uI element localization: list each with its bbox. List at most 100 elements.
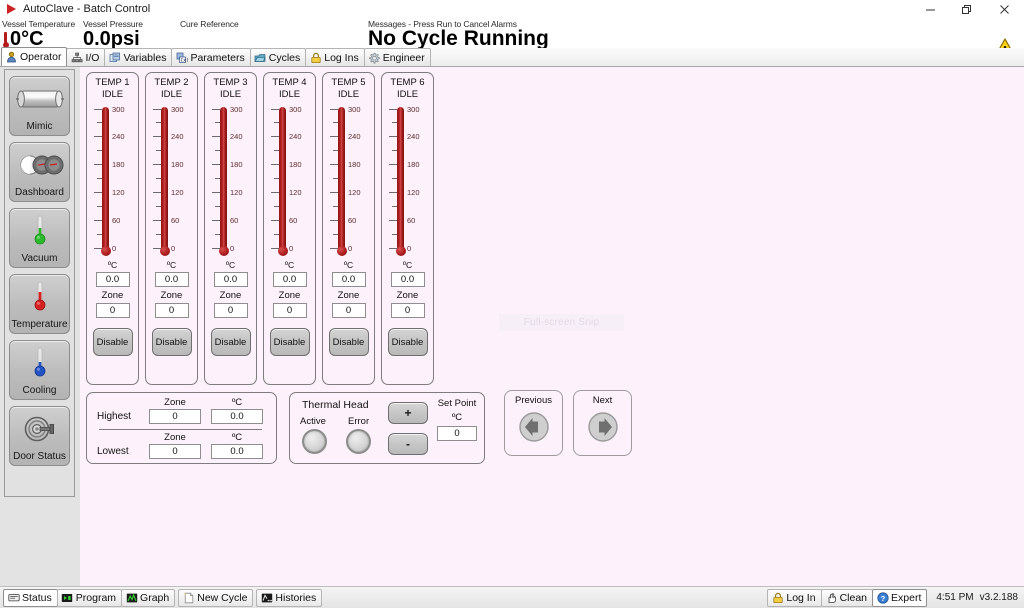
statusbar-time: 4:51 PM [936,592,973,603]
thermal-head-setpoint-unit: ºC [430,412,484,423]
svg-text:[x]: [x] [180,57,188,63]
sidebar-item-cooling[interactable]: Cooling [9,340,70,400]
gauge-tick-label: 240 [289,133,302,141]
statusbar-status-button[interactable]: Status [3,589,58,607]
thermal-head-active-lamp [302,429,327,454]
minimize-button[interactable] [912,0,948,18]
gauge-tick-label: 180 [289,161,302,169]
thermometer-bulb [160,246,170,256]
tab-operator[interactable]: Operator [1,47,67,66]
statusbar-graph-button[interactable]: Graph [121,589,175,607]
gauge-disable-button[interactable]: Disable [270,328,310,356]
tab-variables[interactable]: Variables [104,48,172,66]
close-button[interactable] [984,0,1024,18]
arrow-right-icon [587,411,619,448]
sidebar-item-mimic-label: Mimic [26,121,52,133]
gauge-card-temp-4: TEMP 4 IDLE 300 240 180 120 60 [263,72,316,385]
thermometer-bulb [101,246,111,256]
io-icon [70,51,83,64]
gauge-tick-label: 180 [348,161,361,169]
gauge-tick-label: 120 [171,189,184,197]
statusbar-right-group: Log In Clean ? Expert [768,589,1018,607]
tab-log-ins-label: Log Ins [324,52,358,64]
sidebar-item-dashboard[interactable]: Dashboard [9,142,70,202]
door-wheel-icon [10,407,69,451]
thermal-head-setpoint-label: Set Point [430,398,484,409]
gauge-tick-label: 60 [230,217,238,225]
status-bar: Status Program Graph [0,586,1024,608]
gauge-tick-label: 180 [407,161,420,169]
gauge-state: IDLE [161,89,182,101]
gauge-disable-button[interactable]: Disable [152,328,192,356]
gauge-tick-label: 300 [112,106,125,114]
thermal-head-active-label: Active [300,416,326,427]
previous-button[interactable]: Previous [504,390,563,456]
messages-value: No Cycle Running [368,29,549,49]
messages-field: Messages - Press Run to Cancel Alarms No… [368,19,549,49]
tab-engineer[interactable]: Engineer [364,48,431,66]
tab-io[interactable]: I/O [66,48,105,66]
gauge-zone-value: 0 [214,303,248,318]
gauge-zone-label: Zone [397,289,419,302]
tab-operator-label: Operator [20,51,61,63]
sidebar-item-vacuum-label: Vacuum [22,253,58,265]
next-button[interactable]: Next [573,390,632,456]
statusbar-new-cycle-button[interactable]: New Cycle [178,589,253,607]
thermal-head-increase-button[interactable]: + [388,402,428,424]
tab-cycles[interactable]: Cycles [250,48,307,66]
thermometer-gauge: 300 240 180 120 60 0 [89,104,136,259]
thermometer-bulb [337,246,347,256]
statusbar-clean-button[interactable]: Clean [821,589,873,607]
tab-parameters[interactable]: [x] Parameters [171,48,250,66]
thermometer-tube [397,107,404,253]
tab-log-ins[interactable]: Log Ins [305,48,364,66]
sidebar-item-temperature[interactable]: Temperature [9,274,70,334]
hilo-divider [99,429,262,430]
thermal-head-setpoint-value[interactable]: 0 [437,426,477,441]
gauge-zone-value: 0 [96,303,130,318]
statusbar-expert-button[interactable]: ? Expert [872,589,927,607]
gauge-disable-button[interactable]: Disable [211,328,251,356]
gauge-temperature-value: 0.0 [391,272,425,287]
statusbar-histories-button[interactable]: Histories [256,589,322,607]
gauge-temperature-value: 0.0 [332,272,366,287]
gauge-unit-label: ºC [108,260,117,271]
status-icon [7,591,20,604]
thermal-head-decrease-button[interactable]: - [388,433,428,455]
gauge-zone-label: Zone [279,289,301,302]
thermometer-red-icon [10,275,69,319]
cure-reference-field: Cure Reference [180,19,239,29]
sidebar-item-dashboard-label: Dashboard [15,187,64,199]
vessel-temperature-value: 0°C [10,29,44,49]
sidebar-item-door-status[interactable]: Door Status [9,406,70,466]
thermometer-gauge: 300 240 180 120 60 0 [325,104,372,259]
restore-button[interactable] [948,0,984,18]
gauge-unit-label: ºC [344,260,353,271]
gauge-tick-label: 180 [112,161,125,169]
gauge-tick-label: 240 [348,133,361,141]
gauge-tick-label: 300 [407,106,420,114]
sidebar-item-vacuum[interactable]: Vacuum [9,208,70,268]
thermometer-gauge: 300 240 180 120 60 0 [148,104,195,259]
gauge-zone-value: 0 [332,303,366,318]
help-icon: ? [876,591,889,604]
thermometer-bulb [278,246,288,256]
gauge-tick-label: 300 [289,106,302,114]
thermometer-gauge: 300 240 180 120 60 0 [384,104,431,259]
statusbar-login-button[interactable]: Log In [767,589,821,607]
gauge-state: IDLE [220,89,241,101]
sidebar-item-mimic[interactable]: Mimic [9,76,70,136]
thermometer-gauge: 300 240 180 120 60 0 [266,104,313,259]
hilo-temp-header-top: ºC [211,397,263,408]
gauge-disable-button[interactable]: Disable [93,328,133,356]
gauge-disable-button[interactable]: Disable [329,328,369,356]
statusbar-program-button[interactable]: Program [57,589,122,607]
highest-temp-value: 0.0 [211,409,263,424]
temperature-gauge-group: TEMP 1 IDLE 300 240 180 120 60 [86,72,434,385]
gauge-temperature-value: 0.0 [96,272,130,287]
gauge-disable-button[interactable]: Disable [388,328,428,356]
new-cycle-icon [182,591,195,604]
vessel-cylinder-icon [10,77,69,121]
tab-engineer-label: Engineer [383,52,425,64]
gauge-card-temp-2: TEMP 2 IDLE 300 240 180 120 60 [145,72,198,385]
